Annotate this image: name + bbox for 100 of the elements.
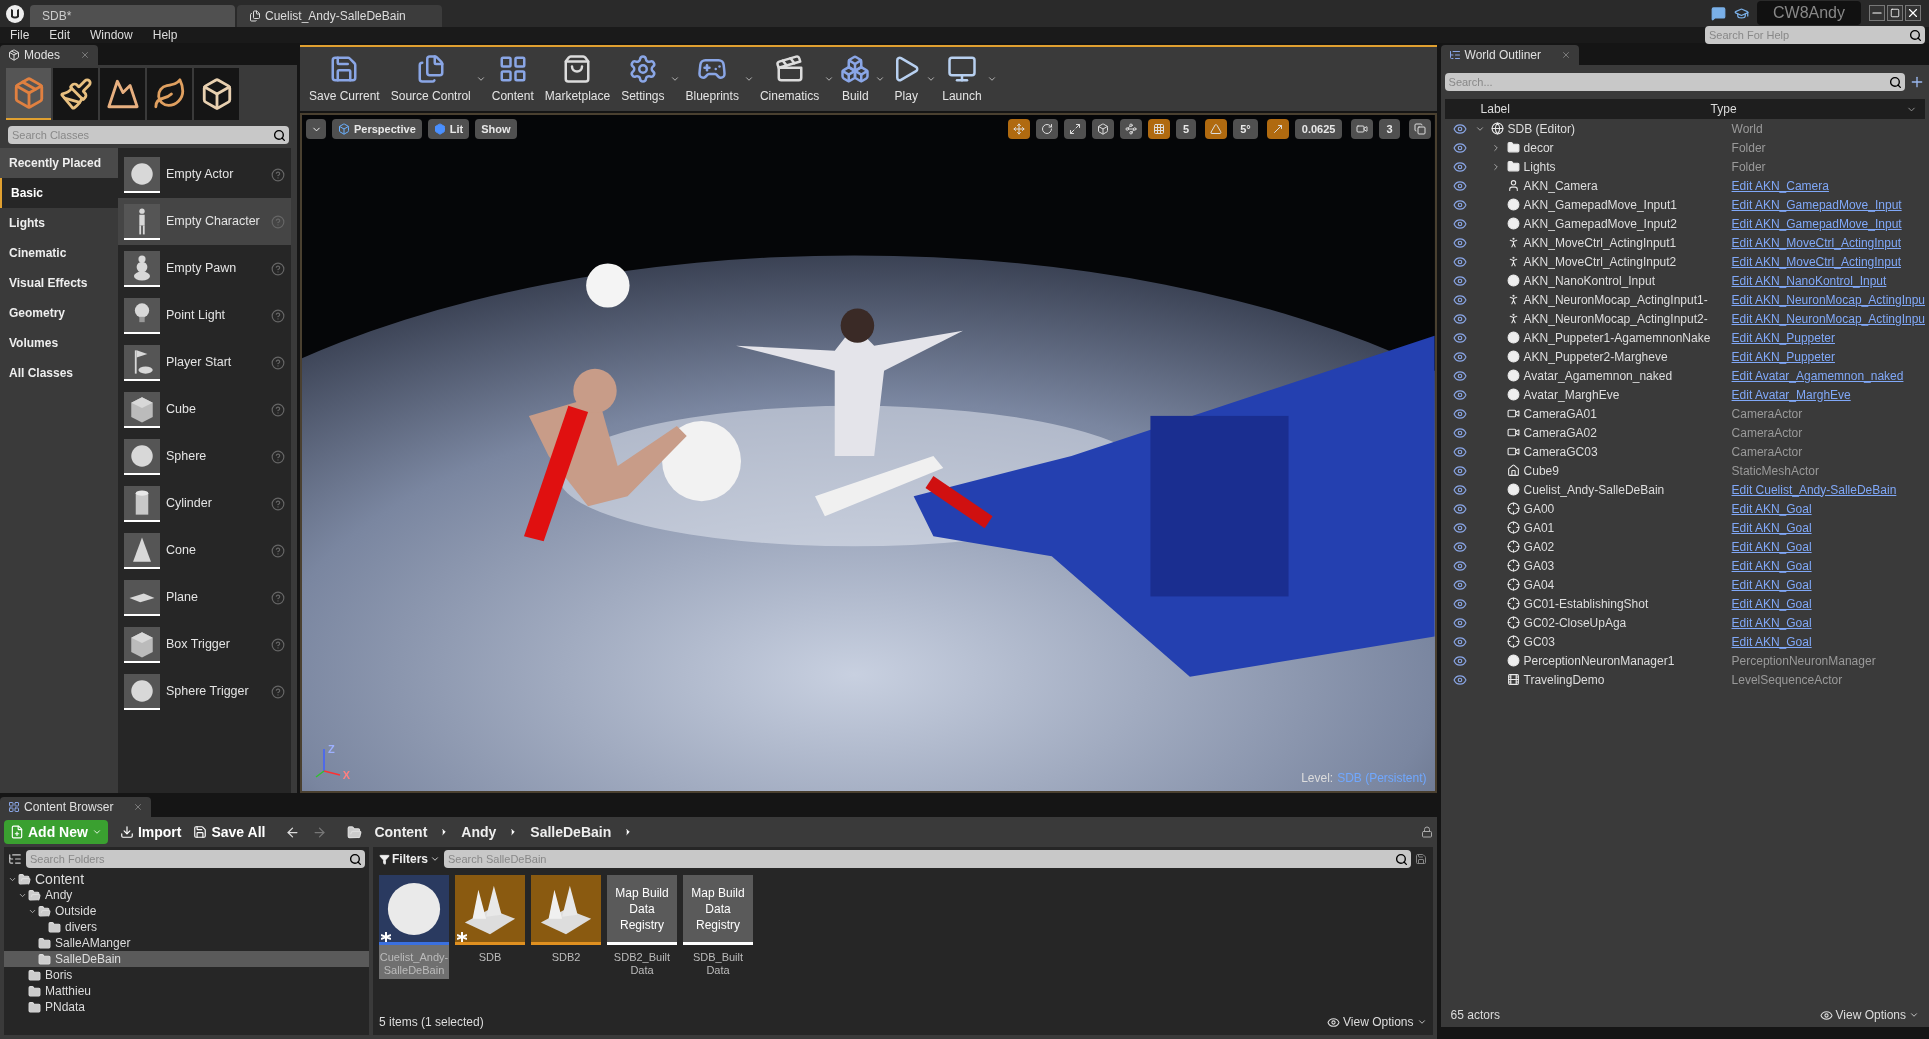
visibility-eye-icon[interactable] xyxy=(1452,406,1467,421)
help-icon[interactable] xyxy=(271,261,285,276)
toolbar-button[interactable]: Source Control xyxy=(385,49,476,109)
type-link[interactable]: Edit AKN_MoveCtrl_ActingInput xyxy=(1731,233,1901,252)
class-item[interactable]: Plane xyxy=(118,574,291,621)
class-item[interactable]: Cylinder xyxy=(118,480,291,527)
viewport-toggle[interactable] xyxy=(1205,119,1228,139)
actor-label[interactable]: AKN_MoveCtrl_ActingInput1 xyxy=(1523,233,1677,252)
snap-value[interactable]: 0.0625 xyxy=(1294,119,1343,139)
actor-label[interactable]: GA03 xyxy=(1523,556,1555,575)
type-link[interactable]: Edit AKN_NeuronMocap_ActingInpu xyxy=(1731,309,1925,328)
actor-label[interactable]: AKN_GamepadMove_Input2 xyxy=(1523,214,1677,233)
breadcrumb-link[interactable]: SalleDeBain xyxy=(530,821,612,843)
help-search-field[interactable]: Search For Help xyxy=(1705,26,1925,44)
viewport-toggle[interactable] xyxy=(1036,119,1059,139)
toolbar-button[interactable]: Content xyxy=(486,49,539,109)
visibility-eye-icon[interactable] xyxy=(1452,482,1467,497)
viewport-toggle[interactable] xyxy=(1266,119,1289,139)
category-tab[interactable]: Volumes xyxy=(0,328,118,358)
folder-item[interactable]: PNdata xyxy=(4,999,369,1015)
category-tab[interactable]: Recently Placed xyxy=(0,148,118,178)
actor-label[interactable]: CameraGC03 xyxy=(1523,442,1598,461)
visibility-eye-icon[interactable] xyxy=(1452,596,1467,611)
category-tab[interactable]: Visual Effects xyxy=(0,268,118,298)
help-icon[interactable] xyxy=(271,543,285,558)
type-link[interactable]: Edit AKN_Goal xyxy=(1731,613,1812,632)
type-link[interactable]: Edit AKN_Goal xyxy=(1731,594,1812,613)
actor-label[interactable]: SDB (Editor) xyxy=(1507,119,1575,138)
viewport[interactable]: Perspective Lit Show 5 5° 0.0625 3 Z X Level: SDB (Persistent) xyxy=(300,113,1437,793)
toolbar-button[interactable]: Settings xyxy=(616,49,670,109)
actor-label[interactable]: GC02-CloseUpAga xyxy=(1523,613,1627,632)
visibility-eye-icon[interactable] xyxy=(1452,444,1467,459)
actor-label[interactable]: Cuelist_Andy-SalleDeBain xyxy=(1523,480,1665,499)
save-all-button[interactable]: Save All xyxy=(193,821,266,843)
class-item[interactable]: Cube xyxy=(118,386,291,433)
class-item[interactable]: Sphere Trigger xyxy=(118,668,291,715)
actor-label[interactable]: AKN_MoveCtrl_ActingInput2 xyxy=(1523,252,1677,271)
type-link[interactable]: Edit Avatar_Agamemnon_naked xyxy=(1731,366,1904,385)
visibility-eye-icon[interactable] xyxy=(1452,539,1467,554)
visibility-eye-icon[interactable] xyxy=(1452,672,1467,687)
class-item[interactable]: Point Light xyxy=(118,292,291,339)
type-link[interactable]: Edit AKN_NanoKontrol_Input xyxy=(1731,271,1887,290)
actor-label[interactable]: AKN_NeuronMocap_ActingInput2- xyxy=(1523,309,1708,328)
class-item[interactable]: Box Trigger xyxy=(118,621,291,668)
search-classes-field[interactable]: Search Classes xyxy=(8,126,289,144)
column-header[interactable]: Label xyxy=(1444,100,1705,118)
actor-label[interactable]: PerceptionNeuronManager1 xyxy=(1523,651,1675,670)
snap-value[interactable]: 3 xyxy=(1379,119,1400,139)
type-link[interactable]: Edit AKN_Goal xyxy=(1731,499,1812,518)
type-link[interactable]: Edit Cuelist_Andy-SalleDeBain xyxy=(1731,480,1897,499)
type-link[interactable]: Edit AKN_Goal xyxy=(1731,632,1812,651)
actor-label[interactable]: AKN_Camera xyxy=(1523,176,1598,195)
type-link[interactable]: Edit AKN_NeuronMocap_ActingInpu xyxy=(1731,290,1925,309)
visibility-eye-icon[interactable] xyxy=(1452,330,1467,345)
actor-label[interactable]: AKN_GamepadMove_Input1 xyxy=(1523,195,1677,214)
folder-tree-icon[interactable] xyxy=(8,852,22,866)
type-link[interactable]: Edit Avatar_MarghEve xyxy=(1731,385,1851,404)
help-icon[interactable] xyxy=(271,449,285,464)
viewport-toggle[interactable] xyxy=(1008,119,1031,139)
actor-label[interactable]: Cube9 xyxy=(1523,461,1559,480)
mode-tool-button[interactable] xyxy=(147,68,192,120)
filters-button[interactable]: Filters xyxy=(379,850,440,868)
visibility-eye-icon[interactable] xyxy=(1452,634,1467,649)
visibility-eye-icon[interactable] xyxy=(1452,520,1467,535)
actor-label[interactable]: AKN_NeuronMocap_ActingInput1- xyxy=(1523,290,1708,309)
actor-label[interactable]: Avatar_MarghEve xyxy=(1523,385,1620,404)
actor-label[interactable]: GA02 xyxy=(1523,537,1555,556)
viewport-mode-button[interactable]: Show xyxy=(475,119,517,139)
menu-item[interactable]: Help xyxy=(142,26,188,44)
actor-label[interactable]: decor xyxy=(1523,138,1554,157)
viewport-toggle[interactable] xyxy=(1092,119,1115,139)
category-tab[interactable]: Lights xyxy=(0,208,118,238)
class-item[interactable]: Player Start xyxy=(118,339,291,386)
visibility-eye-icon[interactable] xyxy=(1452,140,1467,155)
toolbar-button[interactable]: Play xyxy=(886,49,927,109)
type-link[interactable]: Edit AKN_Goal xyxy=(1731,537,1812,556)
help-icon[interactable] xyxy=(271,684,285,699)
close-icon[interactable] xyxy=(1905,5,1921,21)
folder-item[interactable]: SalleDeBain xyxy=(4,951,369,967)
minimize-icon[interactable] xyxy=(1869,5,1885,21)
forward-arrow-icon[interactable] xyxy=(312,824,328,840)
import-button[interactable]: Import xyxy=(119,821,182,843)
visibility-eye-icon[interactable] xyxy=(1452,349,1467,364)
toolbar-button[interactable]: Marketplace xyxy=(539,49,616,109)
class-item[interactable]: Cone xyxy=(118,527,291,574)
viewport-toggle[interactable] xyxy=(1120,119,1143,139)
search-folders-field[interactable]: Search Folders xyxy=(26,850,365,868)
viewport-mode-button[interactable]: Perspective xyxy=(332,119,422,139)
viewport-options-button[interactable] xyxy=(306,119,326,139)
folder-item[interactable]: SalleAManger xyxy=(4,935,369,951)
toolbar-button[interactable]: Blueprints xyxy=(680,49,744,109)
actor-label[interactable]: AKN_Puppeter2-Margheve xyxy=(1523,347,1668,366)
restore-icon[interactable] xyxy=(1887,5,1903,21)
folder-item[interactable]: Outside xyxy=(4,903,369,919)
type-link[interactable]: Edit AKN_Goal xyxy=(1731,518,1812,537)
document-tab[interactable]: Cuelist_Andy-SalleDeBain xyxy=(237,5,442,27)
toolbar-button[interactable]: Cinematics xyxy=(754,49,825,109)
visibility-eye-icon[interactable] xyxy=(1452,292,1467,307)
add-icon[interactable] xyxy=(1909,74,1925,90)
help-icon[interactable] xyxy=(271,402,285,417)
